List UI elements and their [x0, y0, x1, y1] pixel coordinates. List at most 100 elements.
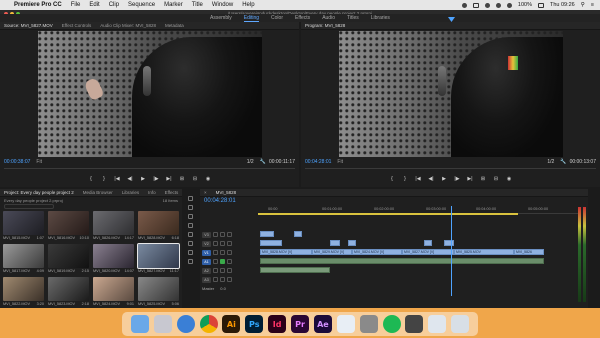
project-clip[interactable]: MVI_5827.MOV 11:17	[137, 243, 180, 273]
documents-icon[interactable]	[428, 315, 447, 333]
mark-out-icon[interactable]: }	[401, 176, 409, 182]
sync-icon[interactable]	[220, 250, 225, 255]
solo-icon[interactable]	[227, 277, 232, 282]
finder-icon[interactable]	[130, 315, 149, 333]
project-clip[interactable]: MVI_5823.MOV 2:18	[48, 277, 89, 306]
workspace-editing[interactable]: Editing	[243, 15, 260, 22]
extract-icon[interactable]: ⊟	[492, 176, 500, 182]
menu-marker[interactable]: Marker	[164, 2, 183, 8]
indesign-icon[interactable]: Id	[268, 315, 287, 333]
project-clip[interactable]: MVI_5824.MOV 9:01	[93, 277, 134, 306]
ripple-edit-tool-icon[interactable]	[187, 214, 193, 219]
tab-audio-clip-mixer[interactable]: Audio Clip Mixer: MVI_5828	[100, 23, 156, 28]
track-target-v1[interactable]: V1	[202, 249, 211, 256]
project-clip[interactable]: MVI_5815.MOV 1:07	[3, 211, 44, 240]
project-clip[interactable]: MVI_5816.MOV 10:10	[48, 211, 89, 240]
lift-icon[interactable]: ⊞	[479, 176, 487, 182]
timeline-clip[interactable]: MVI_5828.MOV [V]	[260, 249, 312, 255]
menu-window[interactable]: Window	[212, 2, 233, 8]
track-select-tool-icon[interactable]	[187, 205, 193, 210]
close-sequence-icon[interactable]: ×	[204, 190, 207, 195]
type-tool-icon[interactable]	[187, 259, 193, 264]
app-menu[interactable]: Premiere Pro CC	[14, 2, 62, 8]
go-to-in-icon[interactable]: |◀	[113, 176, 121, 182]
menu-clip[interactable]: Clip	[109, 2, 119, 8]
mark-out-icon[interactable]: }	[100, 176, 108, 182]
wrench-icon[interactable]: 🔧	[260, 159, 266, 165]
mute-icon[interactable]	[220, 268, 225, 273]
project-clip[interactable]: MVI_5820.MOV 14:07	[93, 244, 134, 273]
insert-icon[interactable]: ⊞	[178, 176, 186, 182]
menu-edit[interactable]: Edit	[89, 2, 99, 8]
mute-icon[interactable]	[220, 277, 225, 282]
system-preferences-icon[interactable]	[359, 315, 378, 333]
step-forward-icon[interactable]: |▶	[453, 176, 461, 182]
step-forward-icon[interactable]: |▶	[152, 176, 160, 182]
trash-icon[interactable]	[451, 315, 470, 333]
illustrator-icon[interactable]: Ai	[222, 315, 241, 333]
dropbox-icon[interactable]	[461, 2, 467, 8]
sync-icon[interactable]	[220, 232, 225, 237]
source-timecode[interactable]: 00:00:38:07	[4, 159, 30, 165]
program-time-ruler[interactable]	[305, 168, 596, 171]
program-resolution[interactable]: 1/2	[547, 159, 554, 165]
lock-icon[interactable]	[213, 268, 218, 273]
tab-source[interactable]: Source: MVI_5827.MOV	[4, 23, 53, 28]
lock-icon[interactable]	[213, 232, 218, 237]
timeline-clip[interactable]: MVI_5829.MOV [V]	[312, 249, 352, 255]
launchpad-icon[interactable]	[153, 315, 172, 333]
project-clip[interactable]: MVI_5822.MOV 3:20	[3, 277, 44, 306]
source-video[interactable]	[38, 31, 262, 157]
wrench-icon[interactable]: 🔧	[560, 159, 566, 165]
battery-icon[interactable]	[537, 2, 544, 8]
project-clip[interactable]: MVI_5819.MOV 2:15	[48, 244, 89, 273]
source-time-ruler[interactable]	[4, 168, 295, 171]
lock-icon[interactable]	[213, 241, 218, 246]
workspace-effects[interactable]: Effects	[295, 15, 310, 21]
mark-in-icon[interactable]: {	[87, 176, 95, 182]
project-clip[interactable]: MVI_5817.MOV 4:09	[3, 244, 44, 273]
program-timecode[interactable]: 00:04:28:01	[305, 159, 331, 165]
tab-project[interactable]: Project: Every day people project 2	[4, 190, 74, 195]
eye-icon[interactable]	[227, 232, 232, 237]
menu-help[interactable]: Help	[242, 2, 254, 8]
export-frame-icon[interactable]: ◉	[204, 176, 212, 182]
photoshop-icon[interactable]: Ps	[245, 315, 264, 333]
wifi-icon[interactable]	[495, 2, 501, 8]
tab-sequence[interactable]: MVI_5828	[216, 190, 237, 195]
source-fit-select[interactable]: Fit	[36, 159, 42, 165]
play-icon[interactable]: ▶	[440, 176, 448, 182]
timeline-clip[interactable]	[348, 240, 356, 246]
chrome-icon[interactable]	[199, 315, 218, 333]
track-target-v2[interactable]: V2	[202, 240, 211, 247]
program-fit-select[interactable]: Fit	[337, 159, 343, 165]
lock-icon[interactable]	[213, 250, 218, 255]
mute-icon[interactable]	[220, 259, 225, 264]
slip-tool-icon[interactable]	[187, 232, 193, 237]
go-to-in-icon[interactable]: |◀	[414, 176, 422, 182]
play-icon[interactable]: ▶	[139, 176, 147, 182]
export-frame-icon[interactable]: ◉	[505, 176, 513, 182]
volume-icon[interactable]	[506, 2, 512, 8]
menu-sequence[interactable]: Sequence	[128, 2, 155, 8]
tab-effect-controls[interactable]: Effect Controls	[62, 23, 91, 28]
workspace-libraries[interactable]: Libraries	[371, 15, 390, 21]
airplay-icon[interactable]	[472, 2, 479, 8]
project-search-input[interactable]	[4, 204, 54, 209]
master-value[interactable]: 0.0	[220, 286, 226, 291]
photo-viewer-icon[interactable]	[405, 315, 424, 333]
timeline-clip[interactable]	[294, 231, 302, 237]
workspace-audio[interactable]: Audio	[322, 15, 335, 21]
go-to-out-icon[interactable]: ▶|	[165, 176, 173, 182]
menu-title[interactable]: Title	[192, 2, 203, 8]
preview-icon[interactable]	[336, 315, 355, 333]
tab-info[interactable]: Info	[148, 190, 156, 195]
timeline-audio-clip[interactable]	[260, 267, 330, 273]
bluetooth-icon[interactable]	[484, 2, 490, 8]
notification-center-icon[interactable]: ≡	[591, 2, 594, 8]
workspace-titles[interactable]: Titles	[347, 15, 359, 21]
timeline-clip[interactable]: MVI_5824.MOV [V]	[352, 249, 402, 255]
timeline-clip[interactable]	[260, 231, 274, 237]
spotify-icon[interactable]	[382, 315, 401, 333]
timeline-clip[interactable]	[424, 240, 432, 246]
